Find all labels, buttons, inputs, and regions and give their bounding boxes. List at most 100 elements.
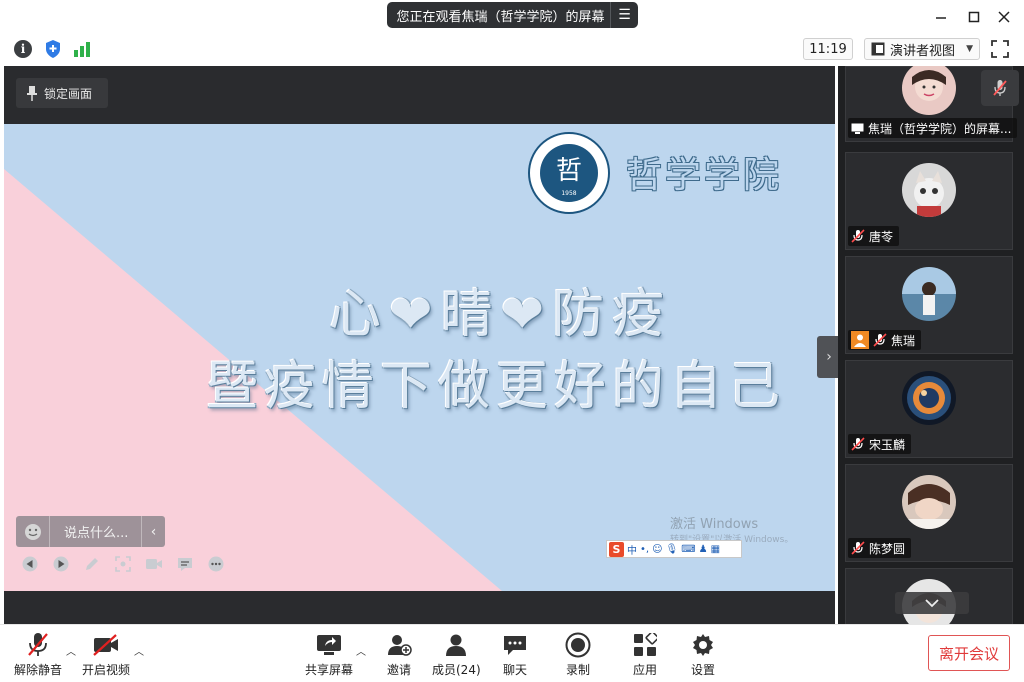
participant-name: 焦瑞（哲学学院）的屏幕... — [868, 121, 1012, 136]
chevron-down-icon — [925, 598, 939, 607]
record-button[interactable]: 录制 — [563, 631, 593, 678]
chat-input-box[interactable]: 说点什么... ‹ — [16, 516, 165, 547]
participant-tile[interactable]: 唐苓 — [845, 152, 1013, 250]
share-options-chevron-icon[interactable]: ︿ — [356, 643, 366, 658]
participant-name-tag: 焦瑞（哲学学院）的屏幕... — [848, 118, 1018, 138]
participant-name-tag: 焦瑞 — [848, 330, 922, 350]
video-options-chevron-icon[interactable]: ︿ — [134, 643, 144, 658]
members-button[interactable]: 成员(24) — [432, 631, 481, 678]
participant-tile[interactable]: 焦瑞 — [845, 256, 1013, 354]
emoji-icon[interactable] — [16, 516, 50, 547]
participant-tile[interactable]: 陈梦圆 — [845, 464, 1013, 562]
mute-all-button[interactable] — [981, 70, 1019, 106]
avatar — [902, 163, 956, 217]
maximize-icon[interactable] — [961, 6, 987, 28]
shared-screen-stage: 锁定画面 哲 1958 哲学学院 心❤晴❤防疫 暨疫情下做更好的自己 激活 Wi… — [4, 66, 835, 624]
avatar — [902, 475, 956, 529]
scroll-down-button[interactable] — [895, 592, 969, 614]
add-user-icon — [384, 631, 414, 659]
security-shield-icon[interactable] — [43, 39, 63, 59]
chat-icon — [500, 631, 530, 659]
participant-name-tag: 唐苓 — [848, 226, 900, 246]
apps-button[interactable]: 应用 — [630, 631, 660, 678]
chevron-left-icon[interactable]: ‹ — [141, 516, 165, 547]
leave-meeting-button[interactable]: 离开会议 — [928, 635, 1010, 671]
screen-share-banner[interactable]: 您正在观看焦瑞（哲学学院）的屏幕 ☰ — [387, 2, 638, 28]
slide-headline-2: 暨疫情下做更好的自己 — [206, 357, 787, 417]
avatar — [902, 371, 956, 425]
participant-name-tag: 陈梦圆 — [848, 538, 912, 558]
share-screen-button[interactable]: 共享屏幕 — [305, 631, 353, 678]
unmute-label: 解除静音 — [14, 663, 63, 677]
video-off-icon — [91, 631, 121, 659]
invite-button[interactable]: 邀请 — [384, 631, 414, 678]
invite-label: 邀请 — [386, 663, 411, 677]
camera-icon[interactable] — [144, 555, 163, 574]
host-icon — [851, 331, 869, 349]
participant-name: 陈梦圆 — [869, 541, 906, 556]
network-signal-icon[interactable] — [72, 39, 92, 59]
college-name: 哲学学院 — [626, 155, 783, 196]
settings-button[interactable]: 设置 — [688, 631, 718, 678]
members-icon — [441, 631, 471, 659]
screen-share-icon — [851, 123, 864, 134]
apps-grid-icon — [630, 631, 660, 659]
audio-options-chevron-icon[interactable]: ︿ — [66, 643, 76, 658]
chevron-right-icon: › — [826, 349, 832, 365]
start-video-button[interactable]: 开启视频 — [82, 631, 130, 678]
participant-name-tag: 宋玉麟 — [848, 434, 912, 454]
ime-keyboard-icon: ⌨ — [681, 543, 696, 555]
annotation-toolbar — [20, 554, 225, 574]
logo-character: 哲 — [556, 156, 582, 186]
chat-placeholder: 说点什么... — [64, 526, 129, 541]
close-icon[interactable] — [991, 6, 1017, 28]
participant-name: 焦瑞 — [891, 333, 916, 348]
mic-muted-icon — [873, 333, 887, 347]
previous-page-icon[interactable] — [20, 555, 39, 574]
annotate-pen-icon[interactable] — [82, 555, 101, 574]
avatar — [902, 66, 956, 115]
chat-button[interactable]: 聊天 — [500, 631, 530, 678]
mic-muted-icon — [851, 229, 865, 243]
subtitle-icon[interactable] — [175, 555, 194, 574]
view-mode-dropdown[interactable]: 演讲者视图 ▼ — [864, 38, 980, 60]
participant-sidebar: 焦瑞（哲学学院）的屏幕... 唐苓 焦瑞 宋玉麟 陈梦圆 — [838, 66, 1024, 624]
mic-muted-icon — [993, 80, 1007, 96]
record-icon — [563, 631, 593, 659]
minimize-icon[interactable] — [928, 6, 954, 28]
participant-name: 宋玉麟 — [869, 437, 906, 452]
members-label: 成员(24) — [432, 663, 481, 677]
gear-icon — [688, 631, 718, 659]
participant-tile[interactable]: 宋玉麟 — [845, 360, 1013, 458]
record-label: 录制 — [565, 663, 590, 677]
mic-muted-icon — [851, 541, 865, 555]
windows-activation-title: 激活 Windows — [670, 517, 759, 532]
next-page-icon[interactable] — [51, 555, 70, 574]
speaker-view-icon — [871, 42, 885, 56]
slide-headline-1: 心❤晴❤防疫 — [329, 285, 673, 345]
share-screen-label: 共享屏幕 — [305, 663, 354, 677]
view-mode-label: 演讲者视图 — [890, 43, 956, 59]
ime-toolbar: S 中 •, ☺ 🎙 ⌨ ♟ ▦ — [606, 540, 742, 558]
ime-tools-icon: ▦ — [710, 543, 721, 555]
ime-punct-icon: •, — [640, 543, 650, 555]
lock-view-button[interactable]: 锁定画面 — [16, 78, 108, 108]
meeting-info-icon[interactable]: i — [13, 39, 33, 59]
mic-muted-icon — [851, 437, 865, 451]
sogou-ime-icon: S — [609, 541, 624, 557]
more-options-icon[interactable] — [206, 555, 225, 574]
chat-label: 聊天 — [502, 663, 527, 677]
start-video-label: 开启视频 — [82, 663, 131, 677]
share-banner-text: 您正在观看焦瑞（哲学学院）的屏幕 — [396, 9, 605, 25]
screenshot-icon[interactable] — [113, 555, 132, 574]
share-screen-icon — [314, 631, 344, 659]
ime-mode-label: 中 — [627, 545, 637, 557]
unmute-button[interactable]: 解除静音 — [14, 631, 62, 678]
meeting-toolbar: 解除静音 ︿ 开启视频 ︿ 共享屏幕 ︿ 邀请 成员(24) 聊天 录制 应用 … — [0, 624, 1024, 682]
mic-muted-icon — [23, 631, 53, 659]
ime-emoji-icon: ☺ — [652, 543, 663, 555]
settings-label: 设置 — [690, 663, 715, 677]
participant-name: 唐苓 — [869, 229, 894, 244]
banner-menu-icon[interactable]: ☰ — [610, 2, 638, 28]
fullscreen-icon[interactable] — [990, 39, 1010, 59]
